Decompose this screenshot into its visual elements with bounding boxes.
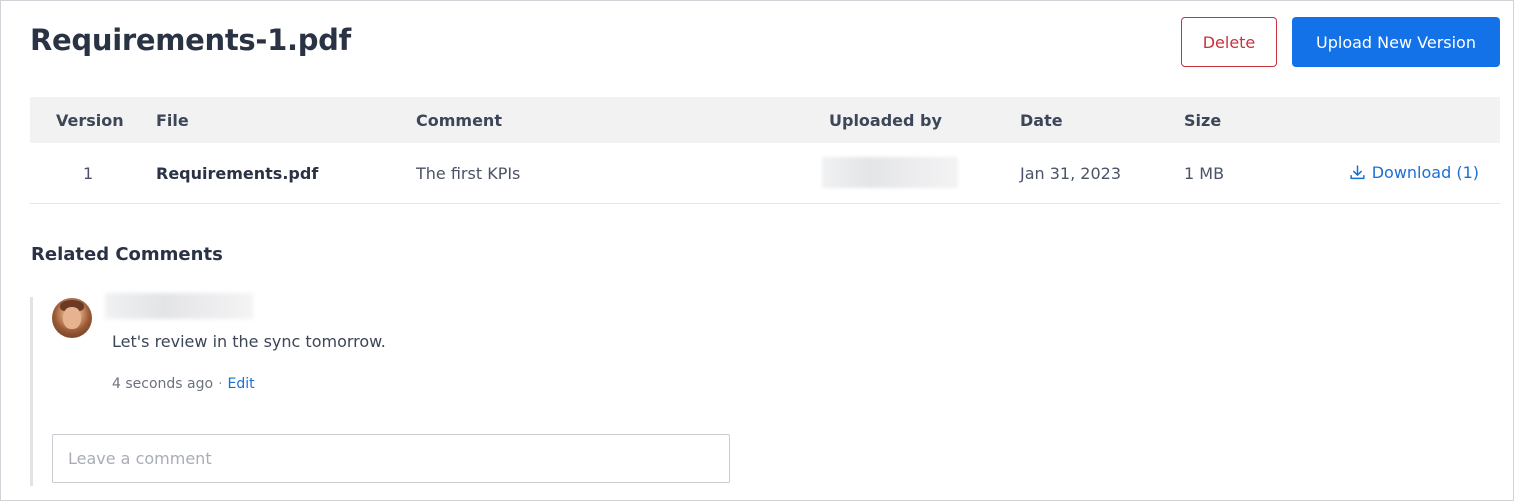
- download-icon: [1350, 165, 1365, 180]
- header-date: Date: [1020, 111, 1063, 130]
- comment-meta: 4 seconds ago · Edit: [112, 376, 255, 392]
- meta-separator: ·: [218, 376, 223, 392]
- commenter-name-redacted: [105, 293, 253, 319]
- download-label: Download (1): [1371, 163, 1479, 182]
- upload-new-version-button[interactable]: Upload New Version: [1292, 17, 1500, 67]
- header-version: Version: [56, 111, 124, 130]
- header-file: File: [156, 111, 189, 130]
- cell-file: Requirements.pdf: [156, 164, 319, 183]
- comment-input[interactable]: [52, 434, 730, 483]
- page-title: Requirements-1.pdf: [30, 23, 351, 57]
- download-link[interactable]: Download (1): [1349, 163, 1479, 182]
- comment-text: Let's review in the sync tomorrow.: [112, 332, 386, 351]
- table-row: 1 Requirements.pdf The first KPIs Jan 31…: [30, 143, 1500, 204]
- header-size: Size: [1184, 111, 1222, 130]
- cell-comment: The first KPIs: [416, 164, 521, 183]
- versions-table-header: Version File Comment Uploaded by Date Si…: [30, 97, 1500, 143]
- header-uploaded-by: Uploaded by: [829, 111, 942, 130]
- comment-thread-rail: [30, 297, 33, 486]
- document-detail-panel: Requirements-1.pdf Delete Upload New Ver…: [0, 0, 1514, 501]
- header-comment: Comment: [416, 111, 502, 130]
- edit-comment-link[interactable]: Edit: [228, 376, 255, 392]
- cell-size: 1 MB: [1184, 164, 1225, 183]
- cell-version: 1: [83, 164, 94, 183]
- related-comments-title: Related Comments: [31, 244, 223, 265]
- comment-timestamp: 4 seconds ago: [112, 376, 214, 392]
- delete-button[interactable]: Delete: [1181, 17, 1277, 67]
- uploader-name-redacted: [822, 157, 958, 188]
- user-avatar[interactable]: [52, 298, 92, 338]
- cell-date: Jan 31, 2023: [1020, 164, 1121, 183]
